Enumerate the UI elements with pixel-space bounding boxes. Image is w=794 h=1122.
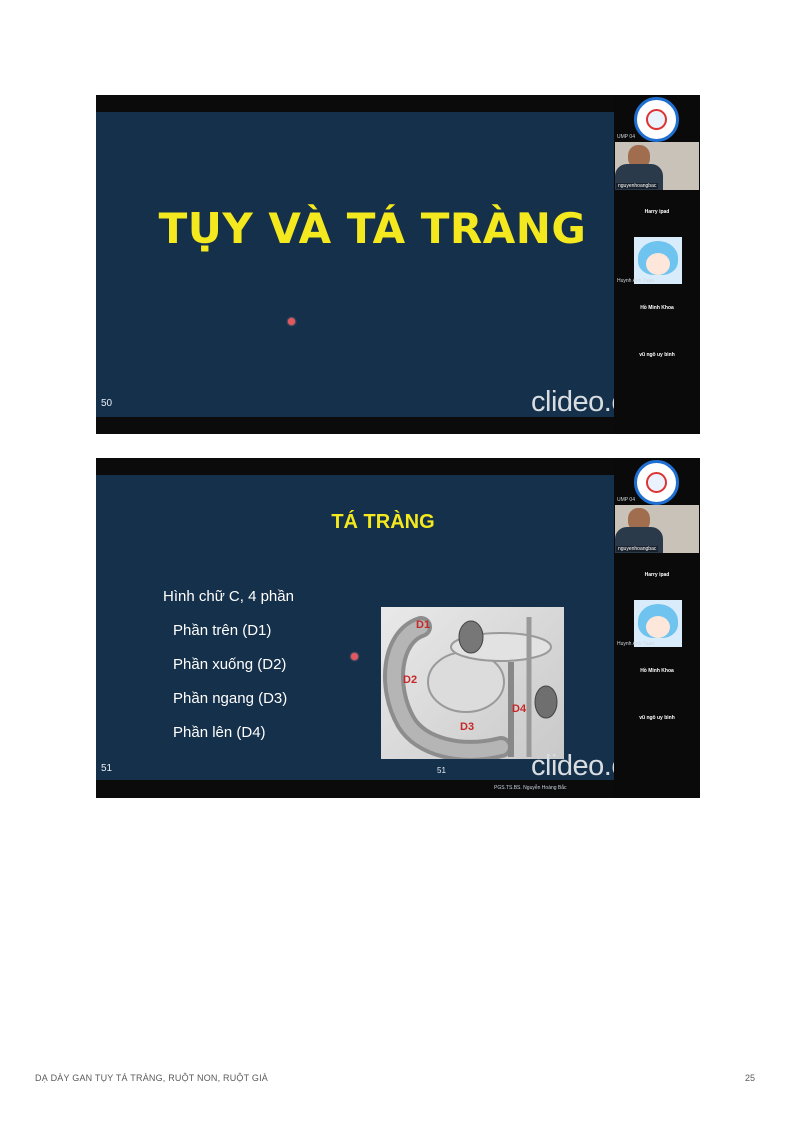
slide-51: TÁ TRÀNG Hình chữ C, 4 phần Phần trên (D…: [96, 475, 665, 791]
intro-text: Hình chữ C, 4 phần: [163, 588, 294, 605]
screenshot-frame-1: TỤY VÀ TÁ TRÀNG 50 clideo.com UMP 04 ngu…: [96, 95, 700, 434]
university-logo: [634, 460, 679, 505]
slide-number: 50: [101, 398, 113, 409]
laser-pointer: [288, 318, 295, 325]
laser-pointer: [351, 653, 358, 660]
author-credit: PGS.TS.BS. Nguyễn Hoàng Bắc: [494, 785, 567, 791]
participant-panel: UMP 04 nguyenhoangbac Harry ipad Huynh A…: [614, 95, 700, 434]
label-d4: D4: [512, 703, 527, 715]
slide-title: TÁ TRÀNG: [331, 511, 435, 533]
participant-name: vũ ngô uy bình: [639, 352, 675, 358]
slide-number-left: 51: [101, 763, 113, 774]
page-number: 25: [745, 1073, 756, 1083]
host-name-label: nguyenhoangbac: [616, 546, 659, 552]
footer-title: DẠ DÀY GAN TỤY TÁ TRÀNG, RUỘT NON, RUỘT …: [35, 1073, 268, 1083]
slide-number-center: 51: [437, 766, 446, 775]
list-item: Phần ngang (D3): [173, 690, 288, 707]
participant-name: vũ ngô uy bình: [639, 715, 675, 721]
ump-label: UMP 04: [617, 497, 635, 503]
list-item: Phần xuống (D2): [173, 656, 287, 673]
participant-avatar: [634, 600, 682, 647]
duodenum-illustration: D1 D2 D3 D4: [381, 607, 564, 759]
host-video-tile[interactable]: nguyenhoangbac: [615, 142, 699, 190]
list-item: Phần trên (D1): [173, 622, 272, 639]
participant-panel: UMP 04 nguyenhoangbac Harry ipad Huynh A…: [614, 458, 700, 798]
host-video-tile[interactable]: nguyenhoangbac: [615, 505, 699, 553]
participant-name: Hồ Minh Khoa: [640, 305, 674, 311]
university-logo: [634, 97, 679, 142]
avatar-label: Huynh Anh Tuan: [617, 278, 654, 284]
list-item: Phần lên (D4): [173, 724, 266, 741]
participant-name: Hồ Minh Khoa: [640, 668, 674, 674]
slide-title: TỤY VÀ TÁ TRÀNG: [158, 204, 587, 253]
participant-name: Harry ipad: [644, 209, 670, 215]
slide-50: TỤY VÀ TÁ TRÀNG 50 clideo.com: [96, 112, 665, 418]
screenshot-frame-2: TÁ TRÀNG Hình chữ C, 4 phần Phần trên (D…: [96, 458, 700, 798]
participant-name: Harry ipad: [644, 572, 670, 578]
participant-avatar: [634, 237, 682, 284]
ump-label: UMP 04: [617, 134, 635, 140]
label-d2: D2: [403, 674, 418, 686]
label-d3: D3: [460, 721, 475, 733]
label-d1: D1: [416, 619, 431, 631]
host-name-label: nguyenhoangbac: [616, 183, 659, 189]
avatar-label: Huynh Anh Tuan: [617, 641, 654, 647]
